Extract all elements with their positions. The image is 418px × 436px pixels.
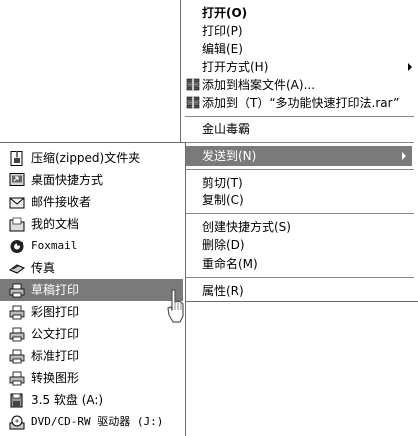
winrar-archive-icon (186, 78, 200, 91)
send-to-item-foxmail[interactable]: Foxmail (0, 235, 185, 257)
menu-item-add-to-archive[interactable]: 添加到档案文件(A)... (181, 75, 418, 95)
menu-item-open-with[interactable]: 打开方式(H) (181, 57, 418, 77)
send-to-item-label: 标准打印 (31, 349, 80, 363)
folder-icon (9, 217, 25, 232)
menu-separator (185, 142, 414, 143)
mail-icon (9, 197, 25, 209)
printer-icon (9, 305, 25, 320)
desktop-shortcut-icon (9, 173, 25, 186)
printer-icon (9, 371, 25, 386)
send-to-item-draft-print[interactable]: 草稿打印 (0, 279, 183, 301)
send-to-item-label: 公文打印 (31, 327, 80, 341)
menu-item-print[interactable]: 打印(P) (181, 21, 418, 41)
submenu-arrow-icon (402, 152, 406, 160)
menu-item-create-shortcut[interactable]: 创建快捷方式(S) (181, 217, 418, 237)
menu-separator (185, 169, 414, 170)
printer-icon (9, 283, 25, 298)
zip-folder-icon (10, 151, 23, 166)
menu-separator (185, 277, 414, 278)
winrar-archive-icon (186, 96, 200, 109)
menu-item-label: 金山毒霸 (202, 122, 251, 136)
menu-separator (185, 116, 414, 117)
foxmail-icon (10, 240, 24, 253)
menu-item-label: 打开方式(H) (202, 60, 269, 74)
send-to-item-mail-recipient[interactable]: 邮件接收者 (0, 191, 185, 213)
menu-item-rename[interactable]: 重命名(M) (181, 254, 418, 274)
menu-item-label: 删除(D) (202, 238, 245, 252)
send-to-item-dvd-drive[interactable]: DVD/CD-RW 驱动器 (J:) (0, 411, 185, 433)
menu-item-kingsoft-antivirus[interactable]: 金山毒霸 (181, 119, 418, 139)
send-to-item-color-print[interactable]: 彩图打印 (0, 301, 185, 323)
send-to-item-label: 压缩(zipped)文件夹 (31, 151, 141, 165)
send-to-item-standard-print[interactable]: 标准打印 (0, 345, 185, 367)
send-to-item-label: 传真 (31, 261, 56, 275)
menu-item-open[interactable]: 打开(O) (181, 3, 418, 23)
menu-item-label: 复制(C) (202, 193, 244, 207)
send-to-item-my-documents[interactable]: 我的文档 (0, 213, 185, 235)
printer-icon (9, 327, 25, 342)
send-to-item-label: 我的文档 (31, 217, 80, 231)
send-to-item-document-print[interactable]: 公文打印 (0, 323, 185, 345)
menu-item-label: 创建快捷方式(S) (202, 220, 291, 234)
send-to-item-fax[interactable]: 传真 (0, 257, 185, 279)
send-to-submenu: 压缩(zipped)文件夹 桌面快捷方式 邮件接收者 我的文档 Foxmail (0, 142, 186, 436)
menu-item-edit[interactable]: 编辑(E) (181, 39, 418, 59)
send-to-item-label: 草稿打印 (31, 283, 80, 297)
send-to-item-floppy[interactable]: 3.5 软盘 (A:) (0, 389, 185, 411)
menu-item-add-to-rar[interactable]: 添加到（T）“多功能快速打印法.rar” (181, 93, 418, 113)
submenu-arrow-icon (408, 63, 412, 71)
send-to-item-label: Foxmail (31, 239, 78, 252)
floppy-disk-icon (10, 393, 23, 408)
menu-item-label: 打开(O) (202, 6, 248, 20)
menu-item-send-to[interactable]: 发送到(N) (185, 146, 412, 166)
fax-icon (9, 264, 25, 274)
menu-item-label: 添加到档案文件(A)... (202, 78, 316, 92)
send-to-item-label: DVD/CD-RW 驱动器 (J:) (31, 415, 164, 428)
menu-item-label: 添加到（T）“多功能快速打印法.rar” (202, 96, 400, 110)
menu-item-copy[interactable]: 复制(C) (181, 190, 418, 210)
menu-item-label: 重命名(M) (202, 257, 258, 271)
menu-item-label: 属性(R) (202, 284, 244, 298)
menu-separator (185, 213, 414, 214)
send-to-item-label: 桌面快捷方式 (31, 173, 104, 187)
menu-item-label: 发送到(N) (202, 149, 257, 163)
send-to-item-desktop-shortcut[interactable]: 桌面快捷方式 (0, 169, 185, 191)
cd-drive-icon (9, 415, 25, 430)
printer-icon (9, 349, 25, 364)
send-to-item-convert-graphics[interactable]: 转换图形 (0, 367, 185, 389)
menu-item-label: 打印(P) (202, 24, 243, 38)
send-to-item-label: 3.5 软盘 (A:) (31, 393, 104, 407)
menu-item-delete[interactable]: 删除(D) (181, 235, 418, 255)
hand-cursor-icon (167, 289, 184, 323)
menu-item-properties[interactable]: 属性(R) (181, 281, 418, 301)
send-to-item-label: 彩图打印 (31, 305, 80, 319)
context-menu: 打开(O) 打印(P) 编辑(E) 打开方式(H) 添加到档案文件(A)... … (180, 0, 418, 302)
menu-item-label: 编辑(E) (202, 42, 243, 56)
send-to-item-zip-folder[interactable]: 压缩(zipped)文件夹 (0, 147, 185, 169)
send-to-item-label: 邮件接收者 (31, 195, 92, 209)
send-to-item-label: 转换图形 (31, 371, 80, 385)
